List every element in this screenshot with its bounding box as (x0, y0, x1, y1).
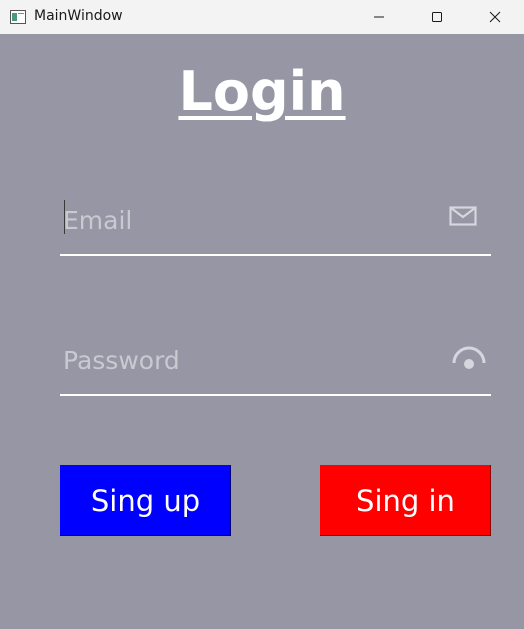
text-caret (64, 200, 65, 234)
sign-up-button[interactable]: Sing up (60, 465, 231, 536)
maximize-icon (431, 8, 443, 27)
password-input[interactable] (63, 340, 433, 380)
sign-in-button[interactable]: Sing in (320, 465, 491, 536)
password-field-container (60, 340, 491, 396)
email-input[interactable] (63, 200, 433, 240)
close-icon (489, 8, 501, 27)
window-title: MainWindow (34, 8, 123, 24)
app-icon (10, 9, 26, 24)
mail-icon (448, 204, 478, 228)
email-field-container (60, 200, 491, 256)
minimize-icon (373, 8, 385, 27)
login-heading: Login (178, 60, 346, 123)
eye-icon[interactable] (452, 344, 486, 372)
title-bar[interactable]: MainWindow (0, 0, 524, 34)
minimize-button[interactable] (350, 0, 408, 34)
maximize-button[interactable] (408, 0, 466, 34)
main-window: MainWindow Login Email Sing up Sing in (0, 0, 524, 629)
close-button[interactable] (466, 0, 524, 34)
